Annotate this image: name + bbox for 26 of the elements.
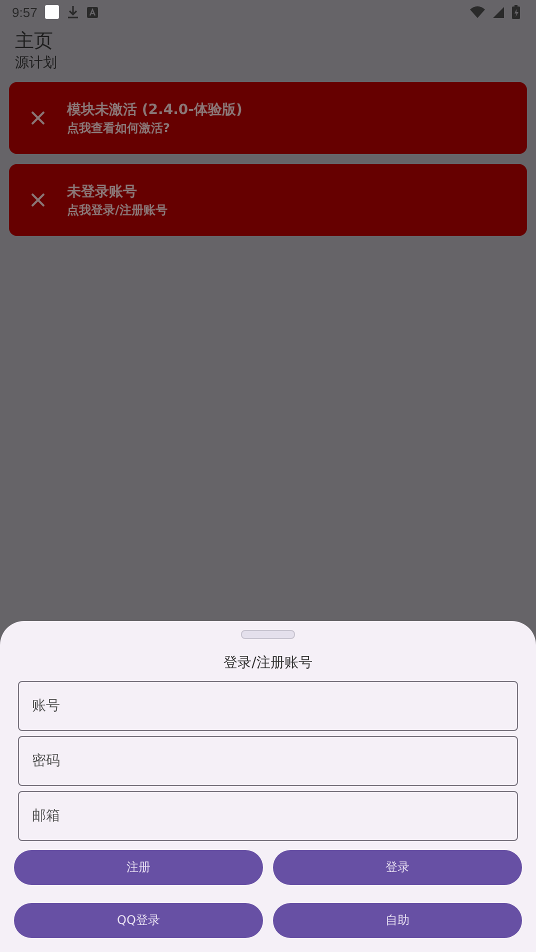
app-icon [87, 6, 98, 18]
input-field[interactable]: 账号 [18, 681, 518, 731]
action-button[interactable]: 自助 [273, 903, 522, 938]
close-icon [30, 192, 46, 208]
input-field[interactable]: 密码 [18, 736, 518, 786]
sheet-title: 登录/注册账号 [222, 654, 314, 672]
input-field[interactable]: 邮箱 [18, 791, 518, 841]
page-subtitle: 源计划 [15, 54, 58, 72]
action-button[interactable]: 注册 [14, 850, 263, 885]
battery-icon [512, 5, 520, 19]
notification-icon [45, 5, 60, 19]
action-button[interactable]: 登录 [273, 850, 522, 885]
warning-card[interactable]: 模块未激活 (2.4.0-体验版) 点我查看如何激活? [9, 82, 527, 154]
signal-icon [493, 6, 504, 18]
card-subtitle: 点我查看如何激活? [67, 120, 171, 136]
warning-card[interactable]: 未登录账号 点我登录/注册账号 [9, 164, 527, 236]
download-icon [67, 5, 80, 19]
drag-handle[interactable] [241, 630, 295, 639]
close-icon [30, 110, 46, 126]
card-title: 模块未激活 (2.4.0-体验版) [67, 101, 242, 120]
action-button[interactable]: QQ登录 [14, 903, 263, 938]
card-title: 未登录账号 [67, 183, 138, 202]
card-subtitle: 点我登录/注册账号 [67, 202, 168, 218]
wifi-icon [470, 6, 485, 18]
status-time: 9:57 [12, 4, 38, 20]
page-title: 主页 [15, 29, 54, 54]
